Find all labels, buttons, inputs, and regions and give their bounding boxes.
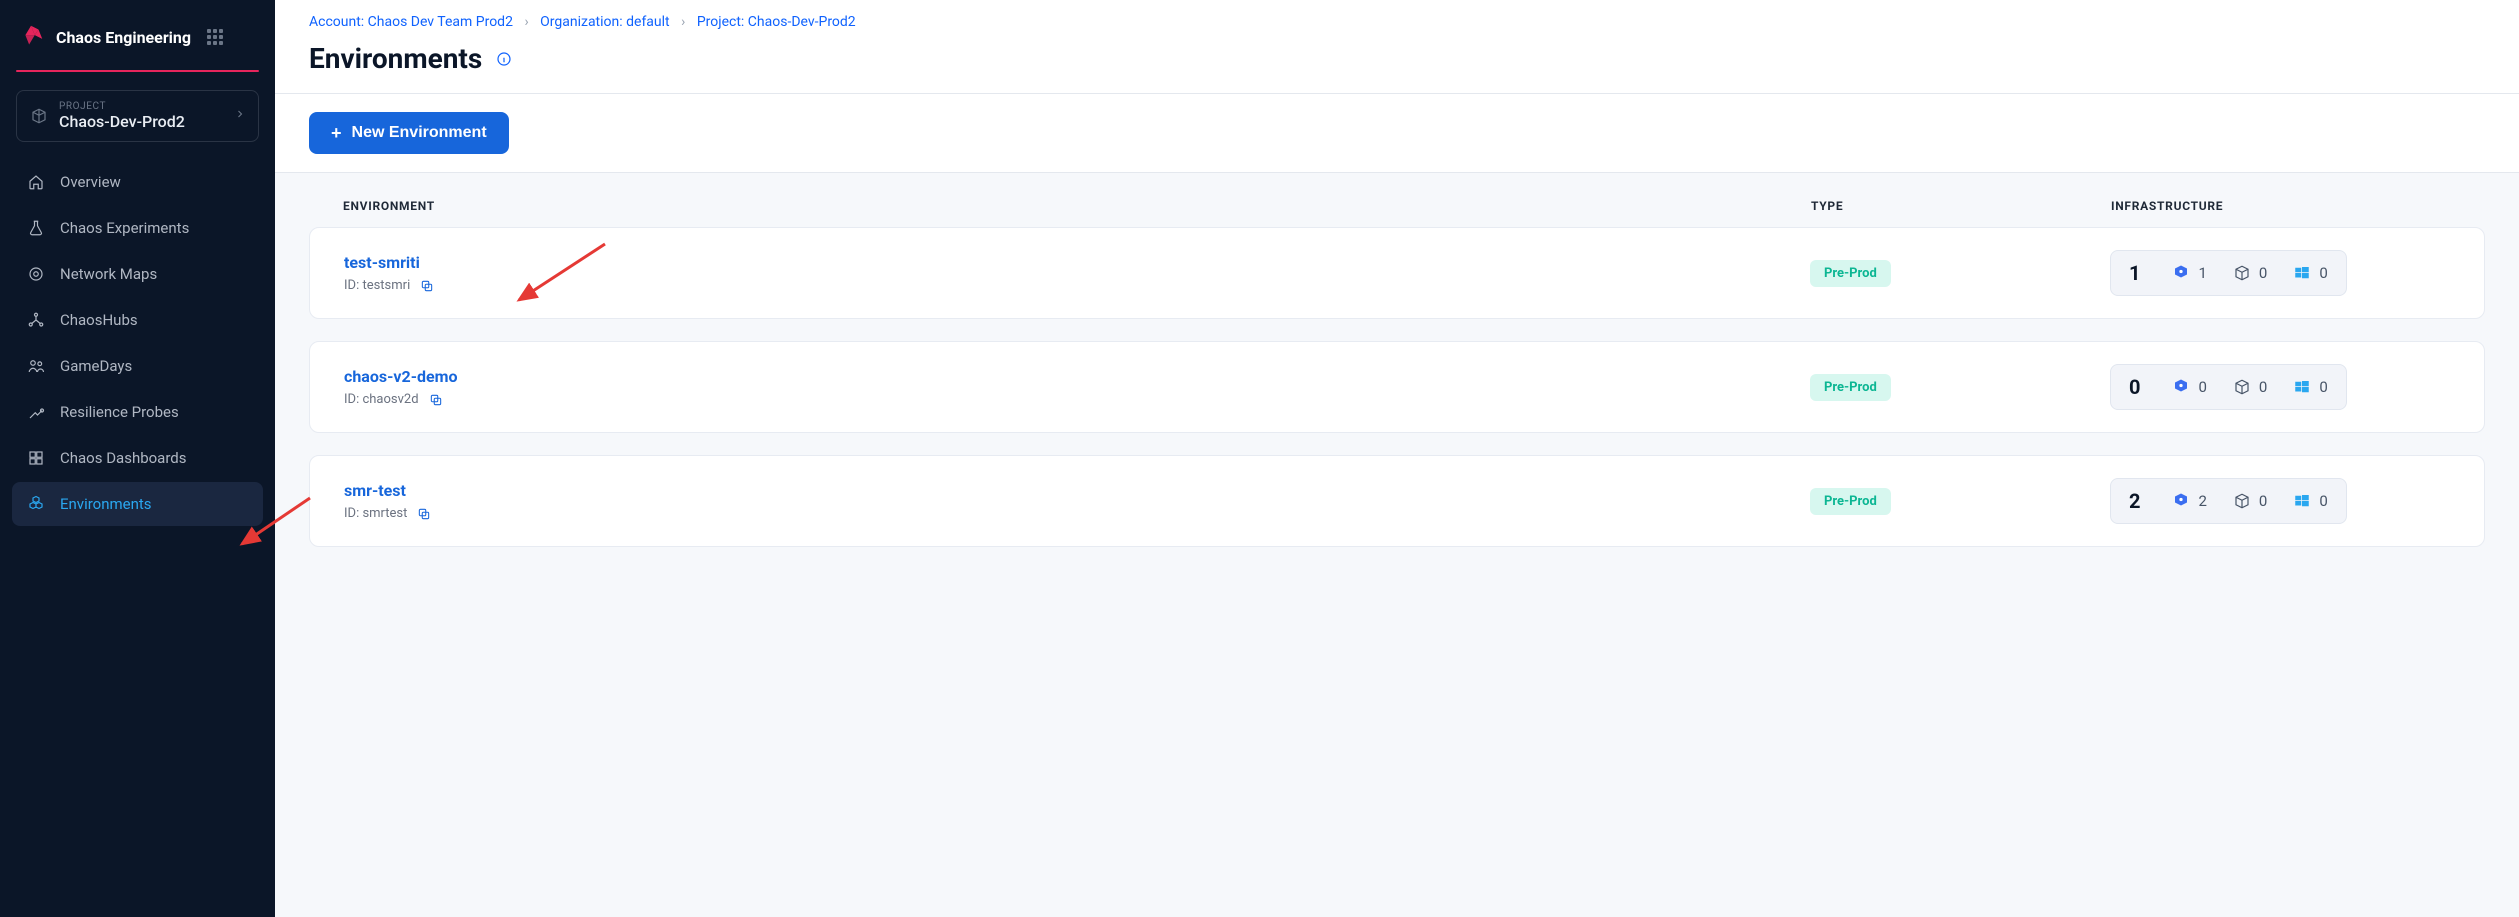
content: ENVIRONMENT TYPE INFRASTRUCTURE test-smr… [275, 173, 2519, 917]
environment-id: ID: chaosv2d [344, 392, 419, 407]
sidebar-item-label: Network Maps [60, 265, 157, 283]
table-row[interactable]: smr-test ID: smrtest Pre-Prod 2 2 0 0 [309, 455, 2485, 547]
sidebar-item-environments[interactable]: Environments [12, 482, 263, 526]
page-title-row: Environments [275, 36, 2519, 93]
chevron-right-icon: › [681, 14, 685, 30]
kubernetes-icon [2172, 492, 2190, 510]
dashboard-icon [26, 448, 46, 468]
infrastructure-summary: 0 0 0 0 [2110, 364, 2347, 410]
infra-win-count: 0 [2319, 264, 2327, 282]
table-header: ENVIRONMENT TYPE INFRASTRUCTURE [309, 173, 2485, 227]
project-name: Chaos-Dev-Prod2 [59, 112, 185, 131]
sidebar-item-overview[interactable]: Overview [12, 160, 263, 204]
sidebar-item-dashboards[interactable]: Chaos Dashboards [12, 436, 263, 480]
infra-k8s-count: 0 [2198, 378, 2206, 396]
home-icon [26, 172, 46, 192]
chevron-right-icon [234, 108, 246, 124]
project-selector[interactable]: PROJECT Chaos-Dev-Prod2 [16, 90, 259, 142]
chevron-right-icon: › [524, 14, 528, 30]
infra-win-count: 0 [2319, 378, 2327, 396]
table-row[interactable]: chaos-v2-demo ID: chaosv2d Pre-Prod 0 0 … [309, 341, 2485, 433]
table-row[interactable]: test-smriti ID: testsmri Pre-Prod 1 1 0 … [309, 227, 2485, 319]
info-icon[interactable] [496, 51, 512, 67]
kubernetes-icon [2172, 378, 2190, 396]
people-icon [26, 356, 46, 376]
container-icon [2233, 264, 2251, 282]
breadcrumb-project[interactable]: Project: Chaos-Dev-Prod2 [697, 14, 856, 30]
infra-k8s-count: 1 [2198, 264, 2206, 282]
brand-underline [16, 70, 259, 72]
infra-total: 1 [2129, 261, 2146, 285]
sidebar-item-label: GameDays [60, 357, 132, 375]
page-title: Environments [309, 42, 482, 75]
sidebar-item-probes[interactable]: Resilience Probes [12, 390, 263, 434]
copy-icon[interactable] [420, 279, 434, 293]
copy-icon[interactable] [429, 393, 443, 407]
col-environment: ENVIRONMENT [343, 199, 1811, 213]
infra-k8s-count: 2 [2198, 492, 2206, 510]
toolbar: + New Environment [275, 93, 2519, 173]
infra-total: 2 [2129, 489, 2146, 513]
environment-name-link[interactable]: chaos-v2-demo [344, 367, 458, 386]
flask-icon [26, 218, 46, 238]
infra-container-count: 0 [2259, 378, 2267, 396]
nodes-icon [26, 310, 46, 330]
type-badge: Pre-Prod [1810, 374, 1891, 401]
infra-win-count: 0 [2319, 492, 2327, 510]
sidebar-item-network-maps[interactable]: Network Maps [12, 252, 263, 296]
hex-icon [26, 494, 46, 514]
sidebar-item-gamedays[interactable]: GameDays [12, 344, 263, 388]
copy-icon[interactable] [417, 507, 431, 521]
container-icon [2233, 378, 2251, 396]
new-environment-button[interactable]: + New Environment [309, 112, 509, 154]
infrastructure-summary: 2 2 0 0 [2110, 478, 2347, 524]
environment-name-link[interactable]: test-smriti [344, 253, 420, 272]
breadcrumb: Account: Chaos Dev Team Prod2 › Organiza… [275, 0, 2519, 36]
sidebar-item-label: Resilience Probes [60, 403, 179, 421]
infra-container-count: 0 [2259, 492, 2267, 510]
sidebar-item-label: ChaosHubs [60, 311, 138, 329]
main: Account: Chaos Dev Team Prod2 › Organiza… [275, 0, 2519, 917]
sidebar-item-experiments[interactable]: Chaos Experiments [12, 206, 263, 250]
button-label: New Environment [352, 124, 487, 142]
environment-name-link[interactable]: smr-test [344, 481, 406, 500]
type-badge: Pre-Prod [1810, 260, 1891, 287]
sidebar-nav: Overview Chaos Experiments Network Maps … [8, 160, 267, 526]
kubernetes-icon [2172, 264, 2190, 282]
windows-icon [2293, 264, 2311, 282]
container-icon [2233, 492, 2251, 510]
probe-icon [26, 402, 46, 422]
brand: Chaos Engineering [8, 16, 267, 70]
target-icon [26, 264, 46, 284]
col-type: TYPE [1811, 199, 2111, 213]
brand-title: Chaos Engineering [56, 28, 191, 47]
project-label: PROJECT [59, 101, 185, 112]
apps-grid-icon[interactable] [207, 29, 223, 45]
breadcrumb-account[interactable]: Account: Chaos Dev Team Prod2 [309, 14, 513, 30]
type-badge: Pre-Prod [1810, 488, 1891, 515]
environment-id: ID: smrtest [344, 506, 407, 521]
windows-icon [2293, 378, 2311, 396]
cube-icon [29, 106, 49, 126]
col-infrastructure: INFRASTRUCTURE [2111, 199, 2451, 213]
sidebar-item-label: Chaos Experiments [60, 219, 189, 237]
infra-total: 0 [2129, 375, 2146, 399]
sidebar-item-label: Environments [60, 495, 152, 513]
sidebar-item-label: Overview [60, 173, 121, 191]
sidebar-item-chaoshubs[interactable]: ChaosHubs [12, 298, 263, 342]
infra-container-count: 0 [2259, 264, 2267, 282]
brand-logo-icon [16, 22, 46, 52]
infrastructure-summary: 1 1 0 0 [2110, 250, 2347, 296]
sidebar: Chaos Engineering PROJECT Chaos-Dev-Prod… [0, 0, 275, 917]
environment-id: ID: testsmri [344, 278, 410, 293]
windows-icon [2293, 492, 2311, 510]
breadcrumb-org[interactable]: Organization: default [540, 14, 670, 30]
sidebar-item-label: Chaos Dashboards [60, 449, 187, 467]
